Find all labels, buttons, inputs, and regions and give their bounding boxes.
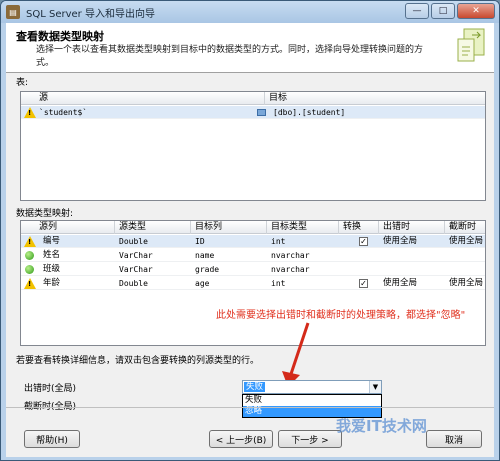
src-type: Double xyxy=(119,279,148,288)
on-error-value: 失败 xyxy=(244,382,266,392)
maximize-button[interactable]: □ xyxy=(431,3,455,19)
col-header-dst-col[interactable]: 目标列 xyxy=(191,221,267,234)
src-col: 班级 xyxy=(43,264,61,274)
dst-type: nvarchar xyxy=(271,265,310,274)
table-label: 表: xyxy=(16,78,29,88)
wizard-header: 查看数据类型映射 选择一个表以查看其数据类型映射到目标中的数据类型的方式。同时，… xyxy=(6,23,494,73)
wizard-window: ▤ SQL Server 导入和导出向导 — □ ✕ 查看数据类型映射 选择一个… xyxy=(0,0,500,461)
on-truncation-label: 截断时(全局) xyxy=(24,402,77,412)
dst-type: int xyxy=(271,237,286,246)
convert-checkbox[interactable]: ✓ xyxy=(355,235,375,248)
dst-col: name xyxy=(195,251,215,260)
mapping-grid: 源列 源类型 目标列 目标类型 转换 出错时 截断时 ! 编号 Double I… xyxy=(20,220,486,346)
col-header-src-col[interactable]: 源列 xyxy=(35,221,115,234)
hint-text: 若要查看转换详细信息，请双击包含要转换的列源类型的行。 xyxy=(16,356,260,366)
cancel-button[interactable]: 取消 xyxy=(426,430,482,448)
src-col: 姓名 xyxy=(43,250,61,260)
back-button[interactable]: < 上一步(B) xyxy=(209,430,273,448)
wizard-graphic-icon xyxy=(457,28,485,62)
minimize-button[interactable]: — xyxy=(405,3,429,19)
on-trunc-cell[interactable]: 使用全局 xyxy=(445,235,487,248)
warning-icon: ! xyxy=(24,236,36,247)
on-error-cell[interactable]: 使用全局 xyxy=(379,277,445,290)
page-description: 选择一个表以查看其数据类型映射到目标中的数据类型的方式。同时，选择向导处理转换问… xyxy=(36,45,424,68)
src-type: VarChar xyxy=(119,265,153,274)
dst-col: ID xyxy=(195,237,205,246)
watermark: 我爱IT技术网 xyxy=(336,417,427,435)
col-header-target[interactable]: 目标 xyxy=(265,92,485,105)
window-title: SQL Server 导入和导出向导 xyxy=(26,8,155,20)
src-col: 编号 xyxy=(43,236,61,246)
src-type: Double xyxy=(119,237,148,246)
on-error-label: 出错时(全局) xyxy=(24,384,77,394)
on-error-cell[interactable]: 使用全局 xyxy=(379,235,445,248)
mapping-row[interactable]: ! 年龄 Double age int ✓ 使用全局 使用全局 xyxy=(21,277,485,290)
on-trunc-cell[interactable]: 使用全局 xyxy=(445,277,487,290)
col-header-on-error[interactable]: 出错时 xyxy=(379,221,445,234)
src-col: 年龄 xyxy=(43,278,61,288)
dst-type: nvarchar xyxy=(271,251,310,260)
help-button[interactable]: 帮助(H) xyxy=(24,430,80,448)
chevron-down-icon[interactable]: ▼ xyxy=(369,381,381,393)
table-row[interactable]: ! `student$` [dbo].[student] xyxy=(21,106,485,119)
table-target: [dbo].[student] xyxy=(273,108,346,117)
dst-col: age xyxy=(195,279,210,288)
warning-icon: ! xyxy=(24,278,36,289)
mapping-row[interactable]: ! 编号 Double ID int ✓ 使用全局 使用全局 xyxy=(21,235,485,248)
table-icon xyxy=(257,109,266,116)
checkbox-mark: ✓ xyxy=(359,279,368,288)
ok-icon xyxy=(25,265,34,274)
col-header-convert[interactable]: 转换 xyxy=(339,221,379,234)
close-button[interactable]: ✕ xyxy=(457,3,495,19)
mapping-row[interactable]: 班级 VarChar grade nvarchar xyxy=(21,263,485,276)
col-header-source[interactable]: 源 xyxy=(35,92,265,105)
footer-divider xyxy=(6,407,494,408)
src-type: VarChar xyxy=(119,251,153,260)
convert-checkbox[interactable]: ✓ xyxy=(355,277,375,290)
sql-server-icon: ▤ xyxy=(6,5,20,19)
table-grid: 源 目标 ! `student$` [dbo].[student] xyxy=(20,91,486,201)
checkbox-mark: ✓ xyxy=(359,237,368,246)
ok-icon xyxy=(25,251,34,260)
dst-type: int xyxy=(271,279,286,288)
mapping-row[interactable]: 姓名 VarChar name nvarchar xyxy=(21,249,485,262)
annotation-text: 此处需要选择出错时和截断时的处理策略，都选择"忽略" xyxy=(216,310,466,321)
next-button[interactable]: 下一步 > xyxy=(278,430,342,448)
on-error-combo[interactable]: 失败 ▼ xyxy=(242,380,382,394)
option-fail[interactable]: 失败 xyxy=(243,395,381,406)
col-header-on-trunc[interactable]: 截断时 xyxy=(445,221,487,234)
table-source: `student$` xyxy=(39,108,88,117)
col-header-src-type[interactable]: 源类型 xyxy=(115,221,191,234)
mapping-label: 数据类型映射: xyxy=(16,209,74,219)
col-header-dst-type[interactable]: 目标类型 xyxy=(267,221,339,234)
dst-col: grade xyxy=(195,265,220,274)
wizard-client: 查看数据类型映射 选择一个表以查看其数据类型映射到目标中的数据类型的方式。同时，… xyxy=(6,23,494,457)
title-bar: ▤ SQL Server 导入和导出向导 — □ ✕ xyxy=(1,1,499,23)
